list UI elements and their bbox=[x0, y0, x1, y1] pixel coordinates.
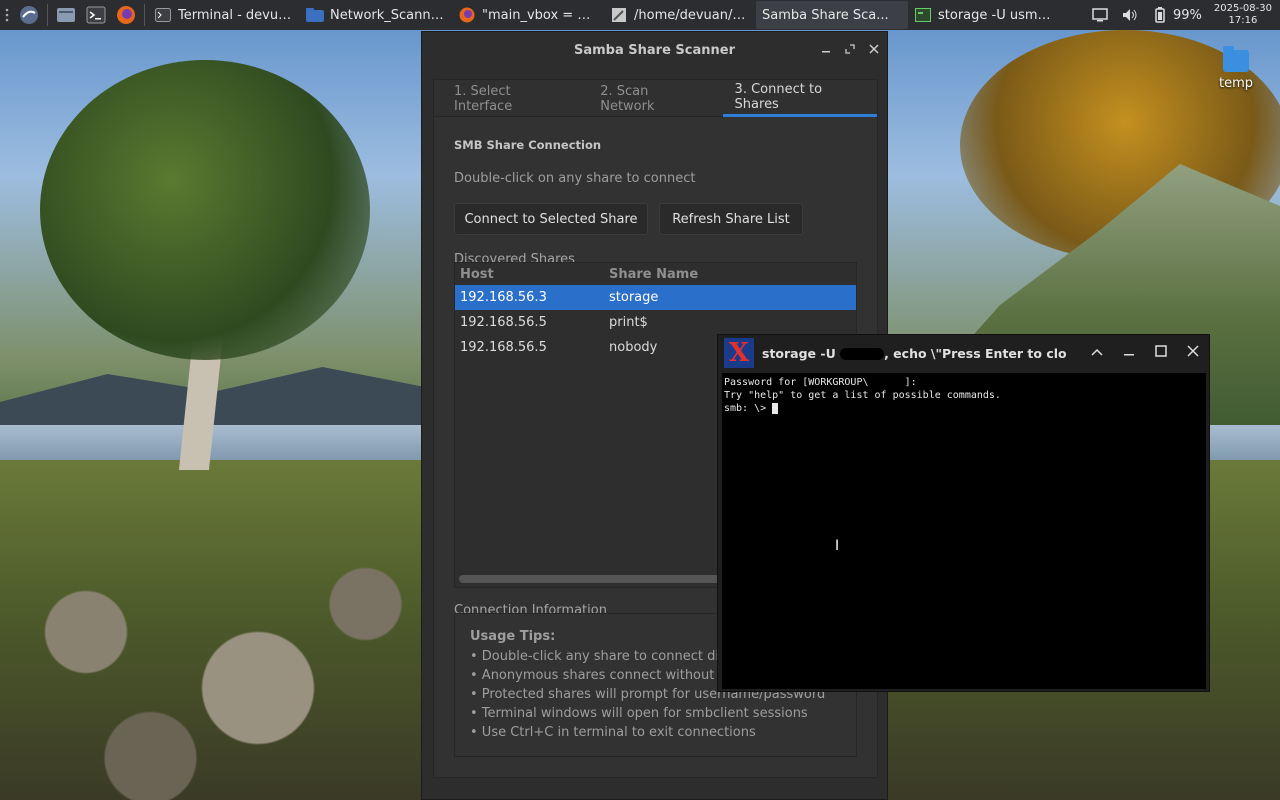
wallpaper-rocks bbox=[0, 520, 430, 800]
refresh-share-list-button[interactable]: Refresh Share List bbox=[659, 203, 803, 235]
hint-text: Double-click on any share to connect bbox=[454, 171, 696, 186]
terminal-title: storage -U , echo \"Press Enter to close… bbox=[762, 346, 1067, 361]
window-controls bbox=[821, 32, 879, 68]
terminal-icon bbox=[154, 6, 172, 24]
xterm-logo-icon: X bbox=[724, 338, 754, 368]
terminal-launcher-icon[interactable] bbox=[81, 0, 111, 30]
connect-share-button[interactable]: Connect to Selected Share bbox=[454, 203, 648, 235]
terminal-green-icon bbox=[914, 6, 932, 24]
task-network-scanner[interactable]: Network_Scanne... bbox=[300, 1, 452, 29]
terminal-line: Try "help" to get a list of possible com… bbox=[724, 390, 1001, 401]
firefox-launcher-icon[interactable] bbox=[111, 0, 141, 30]
table-row[interactable]: 192.168.56.5 print$ bbox=[455, 310, 856, 335]
tab-select-interface[interactable]: 1. Select Interface bbox=[442, 80, 580, 117]
terminal-prompt-line: smb: \> bbox=[724, 402, 1204, 415]
usage-tip: • Terminal windows will open for smbclie… bbox=[470, 706, 808, 721]
clock-time: 17:16 bbox=[1228, 15, 1258, 26]
window-title: Samba Share Scanner bbox=[573, 42, 735, 58]
tab-connect-to-shares[interactable]: 3. Connect to Shares bbox=[722, 80, 878, 117]
folder-icon bbox=[1223, 46, 1249, 72]
terminal-title-prefix: storage -U bbox=[762, 345, 836, 361]
usage-tip: • Use Ctrl+C in terminal to exit connect… bbox=[470, 725, 756, 740]
usage-tips-title: Usage Tips: bbox=[470, 629, 556, 644]
task-label: Terminal - devua... bbox=[178, 7, 294, 23]
file-manager-launcher-icon[interactable] bbox=[51, 0, 81, 30]
task-label: Samba Share Sca... bbox=[762, 7, 889, 23]
close-icon[interactable] bbox=[869, 43, 879, 58]
column-host[interactable]: Host bbox=[455, 267, 605, 282]
terminal-window-controls bbox=[1091, 335, 1199, 371]
close-icon[interactable] bbox=[1187, 345, 1199, 361]
row-share: print$ bbox=[609, 315, 648, 330]
window-titlebar[interactable]: Samba Share Scanner bbox=[422, 32, 887, 68]
terminal-prompt: smb: \> bbox=[724, 403, 773, 414]
battery-percent: 99% bbox=[1172, 7, 1202, 23]
minimize-icon[interactable] bbox=[821, 43, 831, 58]
row-host: 192.168.56.3 bbox=[460, 290, 547, 305]
maximize-icon[interactable] bbox=[845, 43, 855, 58]
section-title: SMB Share Connection bbox=[454, 138, 602, 152]
usage-tip: • Anonymous shares connect without cre bbox=[470, 668, 739, 683]
firefox-icon bbox=[458, 6, 476, 24]
desktop-icon-label: temp bbox=[1218, 76, 1253, 91]
chevron-up-icon[interactable] bbox=[1091, 346, 1103, 361]
task-label: "main_vbox = Gt... bbox=[482, 7, 598, 23]
volume-icon[interactable] bbox=[1121, 6, 1139, 24]
task-label: /home/devuan/S... bbox=[634, 7, 750, 23]
column-share-name[interactable]: Share Name bbox=[605, 267, 856, 282]
usage-tip: • Double-click any share to connect dire… bbox=[470, 649, 745, 664]
text-editor-icon bbox=[610, 6, 628, 24]
menu-grip-icon[interactable] bbox=[0, 0, 14, 30]
terminal-line: Password for [WORKGROUP\ ]: bbox=[724, 377, 917, 388]
folder-icon bbox=[306, 6, 324, 24]
screen-icon[interactable] bbox=[1091, 6, 1109, 24]
taskbar-separator bbox=[144, 4, 145, 26]
terminal-output[interactable]: Password for [WORKGROUP\ ]: Try "help" to… bbox=[722, 373, 1206, 689]
task-editor[interactable]: /home/devuan/S... bbox=[604, 1, 756, 29]
maximize-icon[interactable] bbox=[1155, 345, 1167, 361]
row-host: 192.168.56.5 bbox=[460, 315, 547, 330]
task-smbclient[interactable]: storage -U usma... bbox=[908, 1, 1060, 29]
smbclient-terminal-window: X storage -U , echo \"Press Enter to clo… bbox=[717, 334, 1210, 692]
taskbar-separator bbox=[47, 4, 48, 26]
task-label: storage -U usma... bbox=[938, 7, 1054, 23]
clock[interactable]: 2025-08-30 17:16 bbox=[1214, 3, 1272, 27]
redacted-username bbox=[840, 348, 885, 360]
horizontal-scrollbar[interactable] bbox=[459, 575, 759, 583]
app-menu-icon[interactable] bbox=[14, 0, 44, 30]
terminal-title-suffix: , echo \"Press Enter to close...\"; re bbox=[884, 345, 1067, 361]
tab-scan-network[interactable]: 2. Scan Network bbox=[588, 80, 714, 117]
row-share: storage bbox=[609, 290, 659, 305]
system-tray: 99% 2025-08-30 17:16 bbox=[1091, 3, 1280, 27]
minimize-icon[interactable] bbox=[1123, 346, 1135, 361]
terminal-titlebar[interactable]: X storage -U , echo \"Press Enter to clo… bbox=[718, 335, 1209, 371]
table-row[interactable]: 192.168.56.3 storage bbox=[455, 285, 856, 310]
table-header: Host Share Name bbox=[455, 263, 856, 285]
task-firefox[interactable]: "main_vbox = Gt... bbox=[452, 1, 604, 29]
clock-date: 2025-08-30 bbox=[1213, 3, 1272, 14]
tab-bar: 1. Select Interface 2. Scan Network 3. C… bbox=[434, 80, 878, 117]
row-host: 192.168.56.5 bbox=[460, 340, 547, 355]
battery-indicator[interactable]: 99% bbox=[1151, 6, 1202, 24]
taskbar: Terminal - devua... Network_Scanne... "m… bbox=[0, 0, 1280, 30]
terminal-cursor bbox=[772, 402, 779, 414]
task-label: Network_Scanne... bbox=[330, 7, 446, 23]
text-cursor-icon: I bbox=[835, 538, 840, 554]
wallpaper-birch-crown bbox=[40, 60, 370, 360]
task-samba-scanner[interactable]: Samba Share Sca... bbox=[756, 1, 908, 29]
task-terminal[interactable]: Terminal - devua... bbox=[148, 1, 300, 29]
desktop-folder-temp[interactable]: temp bbox=[1208, 46, 1264, 91]
battery-icon bbox=[1151, 6, 1169, 24]
